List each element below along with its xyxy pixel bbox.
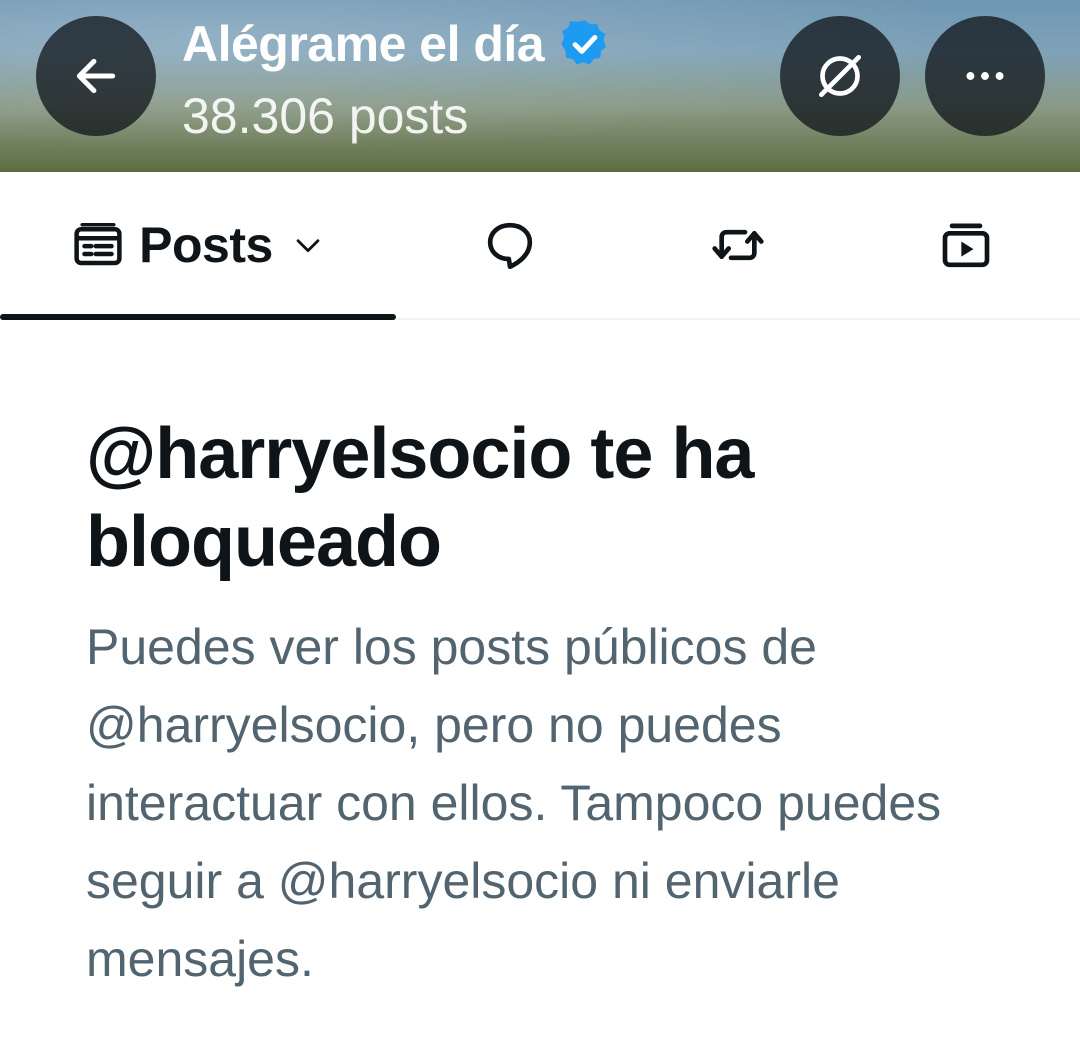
grok-button[interactable] [780,16,900,136]
tab-posts-label: Posts [139,217,273,273]
timeline-icon [71,218,125,272]
more-icon [960,51,1010,101]
tab-posts[interactable]: Posts [0,172,396,320]
more-options-button[interactable] [925,16,1045,136]
page-title: Alégrame el día [182,16,545,72]
arrow-left-icon [71,51,121,101]
tab-reposts[interactable] [668,172,808,318]
media-icon [938,217,994,273]
repost-icon [710,217,766,273]
tab-media[interactable] [896,172,1036,318]
back-button[interactable] [36,16,156,136]
blocked-notice: @harryelsocio te ha bloqueado Puedes ver… [86,410,1006,998]
verified-badge-icon [558,17,612,71]
header-title-block: Alégrame el día 38.306 posts [182,14,612,146]
blocked-message: Puedes ver los posts públicos de @harrye… [86,619,942,987]
active-tab-indicator [0,314,396,320]
chevron-down-icon[interactable] [291,228,325,262]
reply-icon [482,217,538,273]
post-count: 38.306 posts [182,88,469,144]
tab-replies[interactable] [440,172,580,318]
blocked-title: @harryelsocio te ha bloqueado [86,414,754,582]
profile-tabs: Posts [0,172,1080,320]
grok-icon [812,48,868,104]
profile-header: Alégrame el día 38.306 posts [0,0,1080,172]
